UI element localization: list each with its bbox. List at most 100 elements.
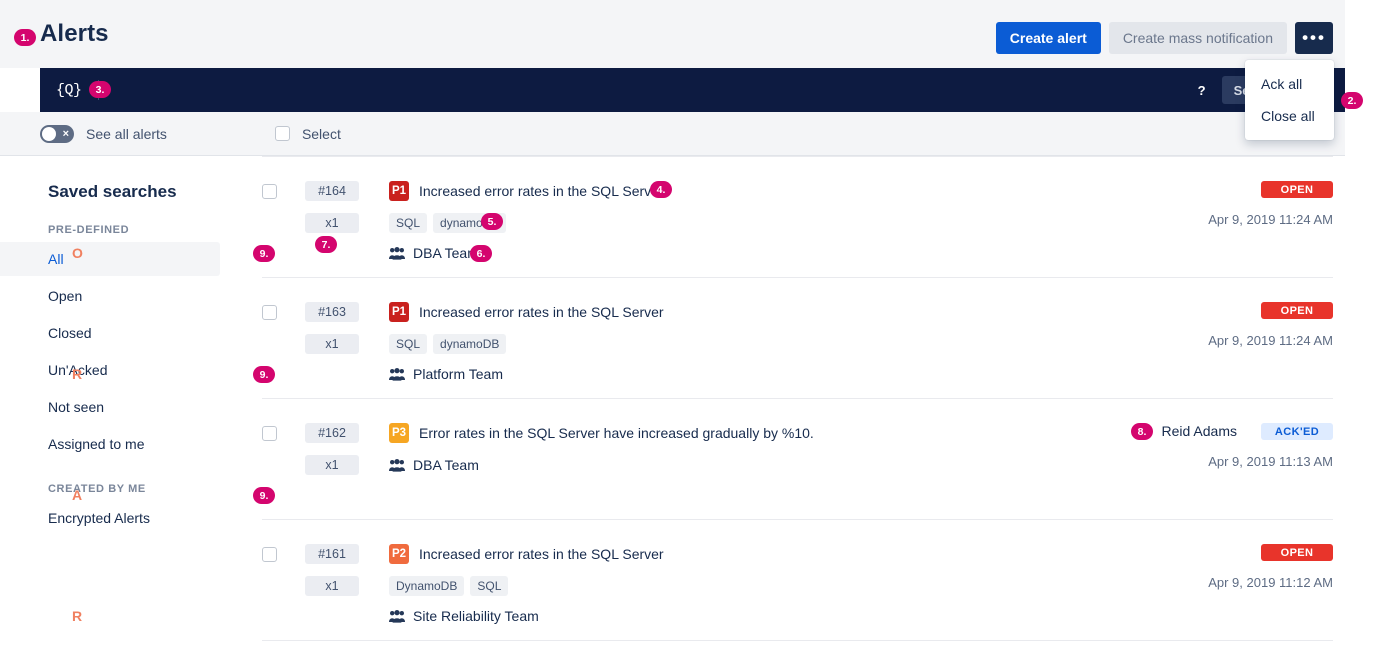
- alert-priority-badge: P1: [389, 181, 409, 201]
- alert-row-right-column: ACK'ED Apr 9, 2019 11:13 AM Reid Adams: [1013, 399, 1333, 519]
- sidebar-item-un-acked[interactable]: Un'Acked: [0, 353, 220, 387]
- alert-row-primary-line: #161 P2 Increased error rates in the SQL S…: [262, 544, 664, 564]
- menu-item-ack-all[interactable]: Ack all: [1245, 68, 1334, 100]
- sidebar-item-label: Encrypted Alerts: [48, 510, 150, 526]
- alert-id[interactable]: #162: [305, 423, 359, 443]
- create-alert-button[interactable]: Create alert: [995, 22, 1101, 54]
- alert-priority-badge: P2: [389, 544, 409, 564]
- alert-tag[interactable]: SQL: [389, 334, 428, 354]
- alert-tags: DynamoDB SQL: [389, 576, 514, 596]
- alert-tags: SQL dynamoDB: [389, 334, 512, 354]
- alert-count-badge: x1: [305, 334, 359, 354]
- alert-tag[interactable]: dynamoDB: [433, 334, 507, 354]
- create-mass-notification-button[interactable]: Create mass notification: [1108, 22, 1287, 54]
- toggle-off-mark: ×: [62, 127, 69, 140]
- alert-timestamp: Apr 9, 2019 11:24 AM: [1208, 212, 1333, 227]
- sidebar-item-closed[interactable]: Closed: [0, 316, 220, 350]
- sidebar-title: Saved searches: [48, 182, 177, 201]
- alert-row[interactable]: #163 P1 Increased error rates in the SQL S…: [72, 278, 1333, 399]
- list-toolbar: × See all alerts Select: [0, 112, 1345, 156]
- alert-id[interactable]: #164: [305, 181, 359, 201]
- alerts-list: #164 P1 Increased error rates in the SQL S…: [72, 156, 1373, 646]
- alert-row[interactable]: #164 P1 Increased error rates in the SQL S…: [72, 157, 1333, 278]
- annotation-pin: 7.: [315, 236, 337, 253]
- alert-priority-badge: P3: [389, 423, 409, 443]
- team-icon: [389, 609, 405, 623]
- select-all-wrap: Select: [274, 125, 341, 142]
- sidebar-item-assigned-to-me[interactable]: Assigned to me: [0, 427, 220, 461]
- alert-row-team-line: O DBA Team: [72, 245, 479, 261]
- alert-state-letter: R: [72, 366, 83, 382]
- select-all-checkbox[interactable]: [274, 126, 290, 141]
- query-search-icon: {Q}: [56, 81, 82, 99]
- help-icon[interactable]: ?: [1190, 83, 1214, 98]
- see-all-alerts-label: See all alerts: [86, 125, 167, 142]
- alert-team-label: DBA Team: [413, 457, 479, 473]
- alert-team[interactable]: Site Reliability Team: [389, 608, 539, 624]
- alert-count-badge: x1: [305, 455, 359, 475]
- alert-message[interactable]: Increased error rates in the SQL Server: [419, 183, 664, 199]
- alert-row-checkbox[interactable]: [262, 425, 277, 441]
- more-options-dropdown: Ack all Close all: [1245, 60, 1334, 140]
- annotation-pin: 1.: [14, 29, 36, 46]
- sidebar-item-open[interactable]: Open: [0, 279, 220, 313]
- sidebar-item-label: All: [48, 251, 64, 267]
- page-title: Alerts: [40, 20, 109, 47]
- alert-id[interactable]: #161: [305, 544, 359, 564]
- team-icon: [389, 246, 405, 260]
- alert-row-meta-line: x1 SQL dynamoDB: [262, 213, 512, 233]
- alert-message[interactable]: Increased error rates in the SQL Server: [419, 304, 664, 320]
- toggle-knob: [42, 126, 56, 141]
- alert-row-checkbox[interactable]: [262, 183, 277, 199]
- alert-id[interactable]: #163: [305, 302, 359, 322]
- sidebar-item-all[interactable]: All: [0, 242, 220, 276]
- more-options-button[interactable]: •••: [1295, 22, 1333, 54]
- alert-tag[interactable]: SQL: [470, 576, 509, 596]
- alert-team[interactable]: DBA Team: [389, 245, 479, 261]
- alert-timestamp: Apr 9, 2019 11:12 AM: [1208, 575, 1333, 590]
- status-badge: OPEN: [1261, 181, 1333, 198]
- annotation-pin: 9.: [253, 366, 275, 383]
- sidebar-item-label: Not seen: [48, 399, 105, 415]
- alert-team-label: DBA Team: [413, 245, 479, 261]
- sidebar-item-label: Open: [48, 288, 83, 304]
- team-icon: [389, 458, 405, 472]
- search-bar: {Q} ? Search ☰: [40, 68, 1345, 112]
- alert-row-team-line: R Site Reliability Team: [72, 608, 539, 624]
- sidebar-item-encrypted-alerts[interactable]: Encrypted Alerts: [0, 501, 220, 535]
- sidebar-section-header: PRE-DEFINED: [48, 224, 130, 236]
- alert-team[interactable]: Platform Team: [389, 366, 503, 382]
- alert-timestamp: Apr 9, 2019 11:13 AM: [1208, 454, 1333, 469]
- alert-message[interactable]: Increased error rates in the SQL Server: [419, 546, 664, 562]
- alert-team[interactable]: DBA Team: [389, 457, 479, 473]
- alert-row-team-line: A: [72, 487, 359, 503]
- see-all-alerts-toggle[interactable]: ×: [40, 124, 74, 143]
- status-badge: OPEN: [1261, 302, 1333, 319]
- alert-row[interactable]: #162 P3 Error rates in the SQL Server have…: [72, 399, 1333, 520]
- alert-state-letter: R: [72, 608, 83, 624]
- alert-tag[interactable]: SQL: [389, 213, 428, 233]
- sidebar-item-label: Closed: [48, 325, 92, 341]
- alert-row-checkbox[interactable]: [262, 304, 277, 320]
- alert-row-primary-line: #164 P1 Increased error rates in the SQL S…: [262, 181, 664, 201]
- alert-message[interactable]: Error rates in the SQL Server have incre…: [419, 425, 814, 441]
- search-input[interactable]: [114, 82, 1190, 98]
- alert-tag[interactable]: DynamoDB: [389, 576, 465, 596]
- alert-row[interactable]: #161 P2 Increased error rates in the SQL S…: [72, 520, 1333, 641]
- alert-state-letter: O: [72, 245, 83, 261]
- sidebar-item-not-seen[interactable]: Not seen: [0, 390, 220, 424]
- alert-team-label: Site Reliability Team: [413, 608, 539, 624]
- alert-row-primary-line: #162 P3 Error rates in the SQL Server have…: [262, 423, 814, 443]
- alert-row-primary-line: #163 P1 Increased error rates in the SQL S…: [262, 302, 664, 322]
- select-all-label: Select: [301, 125, 341, 142]
- alert-row-checkbox[interactable]: [262, 546, 277, 562]
- annotation-pin: 4.: [650, 181, 672, 198]
- status-badge: ACK'ED: [1261, 423, 1333, 440]
- annotation-pin: 6.: [470, 245, 492, 262]
- menu-item-close-all[interactable]: Close all: [1245, 100, 1334, 132]
- alert-assignee: Reid Adams: [1161, 423, 1237, 439]
- status-badge: OPEN: [1261, 544, 1333, 561]
- annotation-pin: 9.: [253, 487, 275, 504]
- page-header: Alerts Create alert Create mass notifica…: [0, 0, 1345, 68]
- alert-row-right-column: OPEN Apr 9, 2019 11:12 AM: [1013, 520, 1333, 640]
